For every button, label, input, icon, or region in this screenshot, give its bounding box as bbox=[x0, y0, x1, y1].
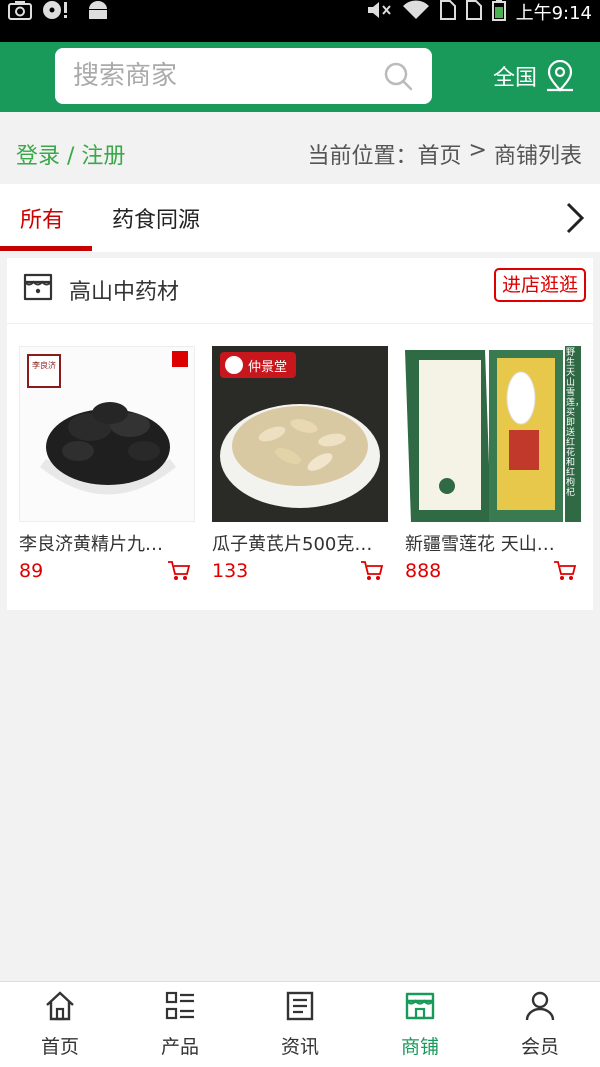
status-bar: 上午9:14 bbox=[0, 0, 600, 42]
grid-list-icon bbox=[165, 991, 194, 1020]
product-title[interactable]: 李良济黄精片九… bbox=[19, 530, 195, 556]
nav-member[interactable]: 会员 bbox=[480, 990, 600, 1059]
tab-all[interactable]: 所有 bbox=[20, 202, 64, 234]
shop-name[interactable]: 高山中药材 bbox=[69, 274, 179, 306]
product-title[interactable]: 瓜子黄芪片500克… bbox=[212, 530, 388, 556]
android-icon bbox=[86, 0, 110, 25]
location-bar: 登录 / 注册 当前位置： 首页 > 商铺列表 bbox=[0, 112, 600, 184]
add-to-cart-icon[interactable] bbox=[360, 560, 384, 582]
add-to-cart-icon[interactable] bbox=[553, 560, 577, 582]
nav-home[interactable]: 首页 bbox=[0, 990, 120, 1059]
location-pin-icon bbox=[547, 60, 574, 92]
nav-stores[interactable]: 商铺 bbox=[360, 990, 480, 1059]
product-item[interactable]: 野生天山雪莲，买即送红花和红枸杞 新疆雪莲花 天山… 888 bbox=[405, 346, 581, 582]
nav-products[interactable]: 产品 bbox=[120, 990, 240, 1059]
category-tabs: 所有 药食同源 bbox=[0, 184, 600, 252]
chevron-right-icon[interactable] bbox=[564, 200, 586, 236]
wifi-icon bbox=[402, 0, 430, 25]
nav-label: 资讯 bbox=[280, 1036, 319, 1058]
breadcrumb: 当前位置： 首页 > 商铺列表 bbox=[308, 138, 582, 170]
mute-icon bbox=[366, 0, 392, 25]
add-to-cart-icon[interactable] bbox=[167, 560, 191, 582]
screenshot-icon bbox=[8, 0, 32, 25]
tab-food-medicine[interactable]: 药食同源 bbox=[112, 202, 200, 234]
status-right-icons: 上午9:14 bbox=[366, 0, 592, 24]
product-item[interactable]: 仲景堂 瓜子黄芪片500克… 133 bbox=[212, 346, 388, 582]
product-item[interactable]: 李良济 李良济黄精片九… 89 bbox=[19, 346, 195, 582]
region-selector[interactable]: 全国 bbox=[493, 56, 575, 96]
product-brand-label: 仲景堂 bbox=[248, 360, 288, 375]
product-image[interactable]: 野生天山雪莲，买即送红花和红枸杞 bbox=[405, 346, 581, 522]
home-icon bbox=[46, 991, 74, 1021]
store-icon bbox=[405, 992, 435, 1020]
disc-icon bbox=[42, 0, 76, 25]
region-label: 全国 bbox=[493, 66, 538, 91]
product-title[interactable]: 新疆雪莲花 天山… bbox=[405, 530, 581, 556]
nav-news[interactable]: 资讯 bbox=[240, 990, 360, 1059]
user-icon bbox=[525, 991, 555, 1021]
login-register-link[interactable]: 登录 / 注册 bbox=[16, 138, 125, 170]
nav-label: 首页 bbox=[40, 1036, 79, 1058]
search-box[interactable] bbox=[55, 48, 432, 104]
breadcrumb-home[interactable]: 首页 bbox=[418, 138, 462, 170]
shop-header: 高山中药材 进店逛逛 bbox=[7, 258, 593, 324]
breadcrumb-current: 商铺列表 bbox=[493, 144, 582, 169]
breadcrumb-prefix: 当前位置： bbox=[307, 144, 418, 169]
product-brand-label: 李良济 bbox=[32, 361, 56, 370]
shop-card: 高山中药材 进店逛逛 李良济 李良济黄精片九… 89 仲景堂 瓜子黄芪片500克… bbox=[7, 258, 593, 610]
product-image[interactable]: 仲景堂 bbox=[212, 346, 388, 522]
nav-label: 会员 bbox=[520, 1036, 559, 1058]
product-side-label: 野生天山雪莲，买即送红花和红枸杞 bbox=[566, 348, 581, 498]
nav-label: 商铺 bbox=[400, 1036, 439, 1058]
store-icon bbox=[23, 273, 53, 301]
app-header: 全国 bbox=[0, 42, 600, 112]
breadcrumb-separator: > bbox=[461, 138, 494, 163]
sim-card-icon bbox=[439, 0, 456, 25]
search-icon[interactable] bbox=[382, 60, 414, 92]
bottom-navigation: 首页 产品 资讯 商铺 会员 bbox=[0, 981, 600, 1067]
news-icon bbox=[286, 991, 314, 1021]
search-input[interactable] bbox=[73, 57, 373, 95]
nav-label: 产品 bbox=[160, 1036, 199, 1058]
status-time: 上午9:14 bbox=[515, 3, 592, 24]
enter-shop-button[interactable]: 进店逛逛 bbox=[493, 268, 586, 302]
status-left-icons bbox=[8, 0, 110, 24]
product-image[interactable]: 李良济 bbox=[19, 346, 195, 522]
sim-card-icon bbox=[465, 0, 482, 25]
active-tab-indicator bbox=[0, 246, 92, 251]
battery-icon bbox=[491, 0, 506, 26]
